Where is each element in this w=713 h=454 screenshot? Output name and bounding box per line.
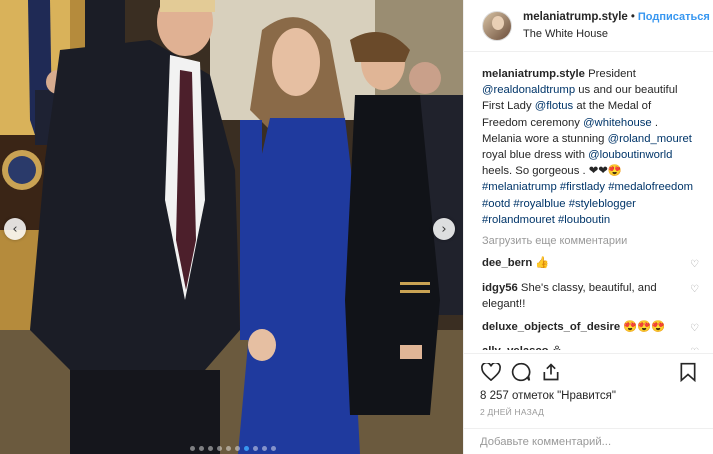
comment-username[interactable]: idgy56 xyxy=(482,282,518,294)
post-actions: 8 257 отметок "Нравится" 2 ДНЕЙ НАЗАД xyxy=(464,353,713,417)
mention-link[interactable]: @roland_mouret xyxy=(608,133,692,145)
comment-item: dee_bern 👍 ♡ xyxy=(482,255,699,274)
action-icons xyxy=(480,360,699,384)
comment-username[interactable]: deluxe_objects_of_desire xyxy=(482,321,620,333)
hashtag-link[interactable]: #firstlady xyxy=(560,181,605,193)
header-text: melaniatrump.style • Подписаться The White… xyxy=(523,9,710,43)
caption-text: royal blue dress with xyxy=(482,149,589,162)
chevron-left-icon[interactable]: ‹ xyxy=(4,218,26,240)
caption-text: heels. So gorgeous . ❤❤😍 xyxy=(482,165,622,178)
mention-link[interactable]: @whitehouse xyxy=(583,117,652,129)
comment-item: deluxe_objects_of_desire 😍😍😍 ♡ xyxy=(482,319,699,338)
comment-text: 😍😍😍 xyxy=(620,320,666,333)
mention-link[interactable]: @realdonaldtrump xyxy=(482,84,575,96)
carousel-dot xyxy=(235,446,240,451)
hashtag-link[interactable]: #styleblogger xyxy=(569,198,636,210)
load-more-comments-button[interactable]: Загрузить еще комментарии xyxy=(482,235,699,247)
heart-icon[interactable]: ♡ xyxy=(690,282,699,299)
hashtag-link[interactable]: #ootd xyxy=(482,198,510,210)
post-header: melaniatrump.style • Подписаться The White… xyxy=(464,0,713,52)
heart-icon[interactable] xyxy=(480,361,502,383)
likes-count[interactable]: 8 257 отметок "Нравится" xyxy=(480,390,699,402)
caption-text: President xyxy=(588,68,636,80)
caption-username[interactable]: melaniatrump.style xyxy=(482,68,585,80)
heart-icon[interactable]: ♡ xyxy=(690,257,699,274)
avatar[interactable] xyxy=(482,10,512,41)
post-time: 2 ДНЕЙ НАЗАД xyxy=(480,407,545,417)
post-photo[interactable]: ‹ › xyxy=(0,0,463,454)
heart-icon[interactable]: ♡ xyxy=(690,321,699,338)
comment-username[interactable]: ally_velasco xyxy=(482,345,549,350)
instagram-post: ‹ › melaniatrump.style • Подписаться The W… xyxy=(0,0,713,454)
comment-item: idgy56 She's classy, beautiful, and eleg… xyxy=(482,280,699,313)
hashtag-link[interactable]: #louboutin xyxy=(558,214,610,226)
carousel-dot xyxy=(217,446,222,451)
header-username[interactable]: melaniatrump.style xyxy=(523,11,628,23)
comment-body: ally_velasco ⚘ xyxy=(482,343,678,350)
bookmark-icon[interactable] xyxy=(677,361,699,383)
carousel-dot xyxy=(208,446,213,451)
hashtag-link[interactable]: #royalblue xyxy=(513,198,565,210)
carousel-dot xyxy=(262,446,267,451)
carousel-dot xyxy=(244,446,249,451)
comment-icon[interactable] xyxy=(510,361,532,383)
comment-list: dee_bern 👍 ♡ idgy56 She's classy, beautifu… xyxy=(482,255,699,350)
hashtag-link[interactable]: #melaniatrump xyxy=(482,181,557,193)
comment-item: ally_velasco ⚘ ♡ xyxy=(482,343,699,350)
comment-text: ⚘ xyxy=(549,345,562,350)
comment-body: dee_bern 👍 xyxy=(482,255,678,272)
mention-link[interactable]: @louboutinworld xyxy=(588,149,672,161)
comment-username[interactable]: dee_bern xyxy=(482,257,532,269)
carousel-indicator xyxy=(190,446,276,451)
carousel-dot xyxy=(199,446,204,451)
mention-link[interactable]: @flotus xyxy=(535,100,573,112)
add-comment-input[interactable]: Добавьте комментарий... xyxy=(464,428,713,454)
heart-icon[interactable]: ♡ xyxy=(690,345,699,350)
share-icon[interactable] xyxy=(540,361,562,383)
post-caption: melaniatrump.style President @realdonald… xyxy=(482,66,699,228)
header-separator: • xyxy=(630,10,635,23)
location-link[interactable]: The White House xyxy=(523,26,710,43)
post-side-panel: melaniatrump.style • Подписаться The White… xyxy=(463,0,713,454)
photo-illustration xyxy=(0,0,463,454)
comment-body: deluxe_objects_of_desire 😍😍😍 xyxy=(482,319,678,336)
carousel-dot xyxy=(190,446,195,451)
chevron-right-icon[interactable]: › xyxy=(433,218,455,240)
hashtag-link[interactable]: #rolandmouret xyxy=(482,214,555,226)
comments-section: melaniatrump.style President @realdonald… xyxy=(464,52,713,350)
comment-body: idgy56 She's classy, beautiful, and eleg… xyxy=(482,280,678,313)
carousel-dot xyxy=(271,446,276,451)
carousel-dot xyxy=(253,446,258,451)
comment-text: 👍 xyxy=(532,257,550,270)
follow-button[interactable]: Подписаться xyxy=(638,11,710,23)
carousel-dot xyxy=(226,446,231,451)
hashtag-link[interactable]: #medalofreedom xyxy=(608,181,693,193)
